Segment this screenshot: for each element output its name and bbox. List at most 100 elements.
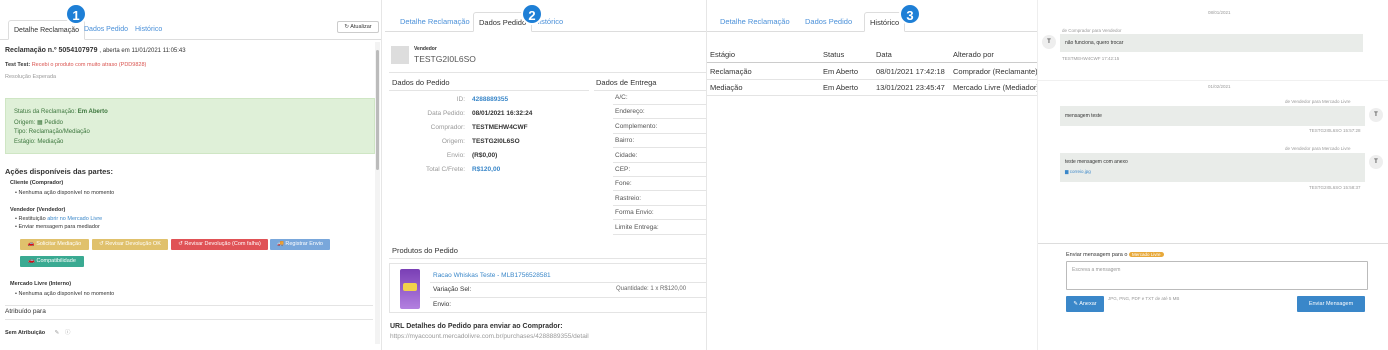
divider — [613, 233, 706, 235]
test-text: Recebi o produto com muito atraso (PDD98… — [31, 62, 147, 68]
pedido-field-label: Comprador: — [430, 124, 465, 131]
col-estagio: Estágio — [710, 50, 736, 59]
variacao-label: Variação Sel: — [433, 286, 472, 293]
entrega-field-label: CEP: — [615, 166, 631, 173]
msg-from: de Vendedor para Mercado Livre — [1285, 146, 1351, 151]
divider — [389, 72, 706, 73]
pedido-field-value: TESTMEHW4CWF — [472, 124, 528, 131]
msg-from: de Comprador para Vendedor — [1062, 28, 1122, 33]
divider — [594, 90, 706, 91]
title-number: Reclamação n.º 5054107979 — [5, 47, 98, 54]
dados-entrega-title: Dados de Entrega — [596, 78, 657, 87]
sem-atribuicao: Sem Atribuição ✎ ⓘ — [5, 328, 70, 336]
cell-status: Em Aberto — [823, 83, 859, 92]
info-icon[interactable]: ⓘ — [65, 330, 71, 336]
tab-detalhe-reclamacao[interactable]: Detalhe Reclamação — [395, 12, 475, 32]
atualizar-label: Atualizar — [350, 24, 372, 30]
divider — [613, 219, 706, 221]
divider — [613, 190, 706, 192]
enviar-mensagem-button[interactable]: Enviar Mensagem — [1297, 296, 1365, 312]
ml-title: Mercado Livre (Interno) — [10, 281, 72, 287]
pedido-field-value: TESTG2I0L6SO — [472, 138, 520, 145]
attachment-link[interactable]: ▆ correio.jpg — [1065, 169, 1091, 175]
date-separator: 08/01/2021 — [1208, 10, 1231, 15]
panel-historico: Detalhe Reclamação Dados Pedido Históric… — [707, 0, 1037, 350]
message-placeholder: Escreva a mensagem — [1072, 267, 1121, 273]
tab-historico[interactable]: Histórico — [130, 20, 167, 40]
compatibilidade-button[interactable]: 🚗 Compatibilidade — [20, 256, 84, 267]
scrollbar-thumb[interactable] — [376, 50, 379, 170]
avatar: T — [1369, 155, 1383, 169]
divider — [430, 297, 706, 298]
pedido-field-value[interactable]: 4288889355 — [472, 96, 508, 103]
tabs: Detalhe Reclamação Dados Pedido Históric… — [0, 14, 381, 40]
tipo-line: Tipo: Reclamação/Mediação — [14, 129, 90, 135]
vendedor-item-1: • Restituição abrir no Mercado Livre — [15, 216, 103, 222]
msg-meta: TESTMEHW4CWF 17:42:15 — [1062, 56, 1120, 61]
url-title: URL Detalhes do Pedido para enviar ao Co… — [390, 323, 563, 330]
pedido-field-label: Data Pedido: — [427, 110, 465, 117]
cliente-item-text: Nenhuma ação disponível no momento — [18, 190, 115, 196]
vendedor-label: Vendedor — [414, 46, 437, 52]
upload-hint: JPG, PNG, PDF e TXT de até 5 MB — [1108, 296, 1180, 301]
divider — [389, 90, 589, 91]
abrir-ml-link[interactable]: abrir no Mercado Livre — [47, 216, 102, 222]
step-badge-3: 3 — [899, 3, 921, 25]
entrega-field-label: Rastreio: — [615, 194, 642, 202]
page-title: Reclamação n.º 5054107979 , aberta em 11… — [5, 47, 186, 54]
entrega-field-label: Limite Entrega: — [615, 223, 659, 231]
panel-detalhe-reclamacao: Detalhe Reclamação Dados Pedido Históric… — [0, 0, 382, 350]
pedido-field-label: Total C/Frete: — [425, 166, 465, 173]
cell-alterado: Comprador (Reclamante) — [953, 67, 1037, 76]
divider — [613, 204, 706, 206]
produto-link[interactable]: Racao Whiskas Teste - MLB1756528581 — [433, 272, 551, 279]
revisar-ok-label: Revisar Devolução OK — [105, 241, 161, 247]
tab-dados-pedido[interactable]: Dados Pedido — [800, 12, 857, 32]
panel-dados-pedido: Detalhe Reclamação Dados Pedido Históric… — [385, 0, 707, 350]
message-textarea[interactable]: Escreva a mensagem — [1066, 261, 1368, 290]
send-to-line: Enviar mensagem para o Mercado Livre — [1066, 252, 1164, 258]
entrega-field-label: Bairro: — [615, 137, 635, 145]
avatar: T — [1369, 108, 1383, 122]
anexar-button[interactable]: ✎ Anexar — [1066, 296, 1104, 312]
divider — [613, 161, 706, 163]
produto-image-label — [403, 283, 417, 291]
avatar: T — [1042, 35, 1056, 49]
divider — [613, 118, 706, 120]
cliente-item: • Nenhuma ação disponível no momento — [15, 190, 115, 196]
tab-detalhe-reclamacao[interactable]: Detalhe Reclamação — [715, 12, 795, 32]
acoes-title: Ações disponíveis das partes: — [5, 167, 113, 176]
entrega-field-label: Complemento: — [615, 122, 658, 130]
pedido-field-value: R$120,00 — [472, 166, 501, 173]
solicitar-mediacao-label: Solicitar Mediação — [36, 241, 82, 247]
pedido-field-value: (R$0,00) — [472, 152, 498, 159]
enviar-mensagem-label: Enviar Mensagem — [1308, 301, 1354, 307]
step-badge-2: 2 — [521, 3, 543, 25]
revisar-ok-button[interactable]: ↺ Revisar Devolução OK — [92, 239, 168, 250]
ml-item-text: Nenhuma ação disponível no momento — [18, 291, 115, 297]
revisar-falha-button[interactable]: ↺ Revisar Devolução (Com falha) — [171, 239, 268, 250]
dados-pedido-title: Dados do Pedido — [392, 78, 450, 87]
message-bubble: teste mensagem com anexo ▆ correio.jpg — [1060, 153, 1365, 182]
origem-line: Origem: ▦ Pedido — [14, 120, 64, 126]
solicitar-mediacao-button[interactable]: 🚗 Solicitar Mediação — [20, 239, 89, 250]
message-bubble: não funciona, quero trocar — [1060, 34, 1363, 52]
cell-estagio: Reclamação — [710, 67, 752, 76]
msg-text: não funciona, quero trocar — [1065, 40, 1124, 46]
divider — [5, 305, 373, 306]
edit-icon[interactable]: ✎ — [55, 330, 60, 336]
vendedor-name: TESTG2I0L6SO — [414, 54, 476, 64]
registrar-envio-button[interactable]: 🚚 Registrar Envio — [270, 239, 330, 250]
tab-dados-pedido[interactable]: Dados Pedido — [79, 20, 133, 40]
anexar-label: Anexar — [1079, 301, 1097, 307]
panel-mensagens: 08/01/2021 T de Comprador para Vendedor … — [1037, 0, 1388, 350]
divider — [1038, 80, 1388, 81]
send-target-badge: Mercado Livre — [1128, 252, 1164, 257]
atualizar-button[interactable]: ↻ Atualizar — [337, 21, 379, 33]
divider — [5, 319, 373, 320]
pedido-field-label: Envio: — [446, 152, 465, 159]
envio-label: Envio: — [433, 301, 452, 308]
cell-alterado: Mercado Livre (Mediador) — [953, 83, 1037, 92]
tabs: Detalhe Reclamação Dados Pedido Históric… — [385, 6, 706, 32]
url-text[interactable]: https://myaccount.mercadolivre.com.br/pu… — [390, 333, 589, 340]
